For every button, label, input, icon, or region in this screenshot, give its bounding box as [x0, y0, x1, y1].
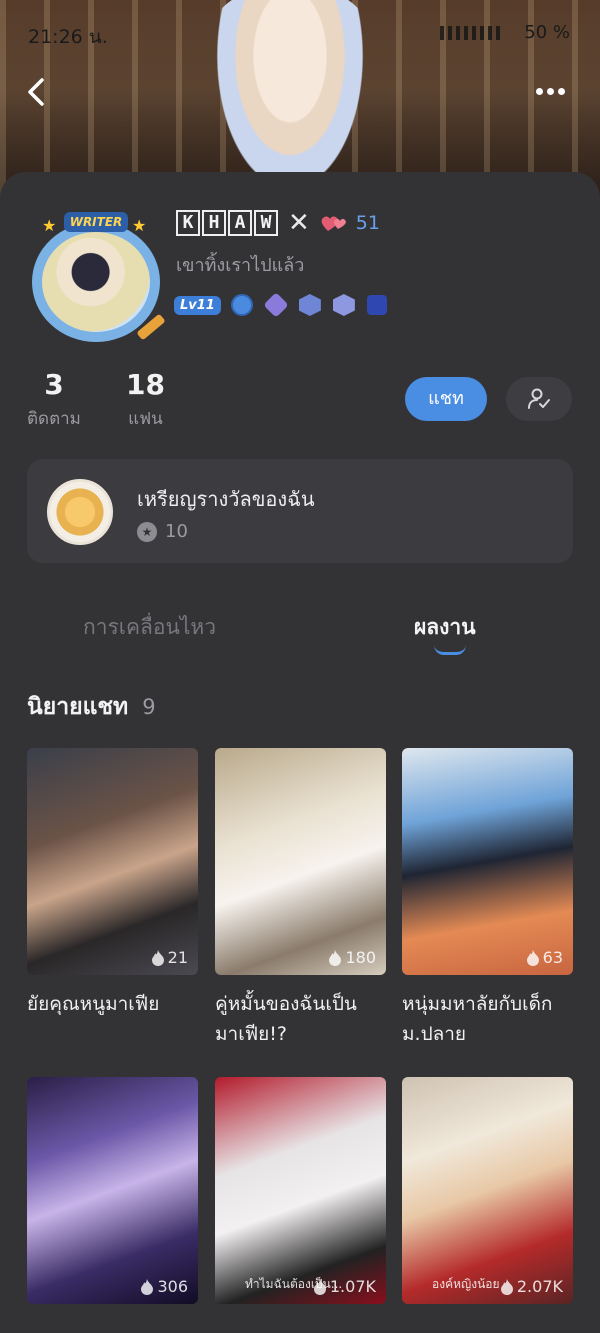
name-suffix: ✕	[288, 208, 310, 238]
fire-icon	[313, 1278, 326, 1295]
novel-cover: องค์หญิงน้อย 2.07K	[402, 1077, 573, 1304]
novel-title: ยัยคุณหนูมาเฟีย	[27, 993, 160, 1015]
fire-icon	[151, 949, 164, 966]
novel-card[interactable]: องค์หญิงน้อย 2.07K	[402, 1077, 573, 1304]
medal-icon	[47, 479, 113, 545]
star-icon: ★	[42, 216, 57, 235]
view-count-value: 1.07K	[329, 1277, 376, 1296]
view-count: 306	[141, 1277, 188, 1296]
badge-row[interactable]: Lv11	[174, 292, 399, 318]
dot-icon	[558, 88, 565, 95]
section-title: นิยายแชท	[27, 694, 129, 720]
chevron-left-icon	[28, 78, 44, 106]
flame-badge-icon	[230, 294, 253, 316]
novel-title: หนุ่มมหาลัยกับเด็กม.ปลาย	[402, 993, 553, 1045]
medals-title: เหรียญรางวัลของฉัน	[137, 487, 315, 511]
diamond-badge-icon	[263, 292, 289, 318]
following-stat[interactable]: 3 ติดตาม	[27, 368, 81, 432]
view-count-value: 63	[542, 948, 563, 967]
crown-badge-icon	[332, 294, 355, 316]
name-letter: W	[254, 210, 278, 236]
hexagon-badge-icon	[298, 294, 321, 316]
user-check-icon	[528, 388, 550, 409]
novel-card[interactable]: 21 ยัยคุณหนูมาเฟีย	[27, 748, 198, 1019]
view-count: 63	[526, 948, 563, 967]
view-count: 180	[329, 948, 376, 967]
fans-label: แฟน	[128, 409, 163, 429]
view-count-value: 180	[345, 948, 376, 967]
chat-button[interactable]: แชท	[405, 377, 487, 421]
fire-icon	[526, 949, 539, 966]
name-letter: K	[176, 210, 200, 236]
dot-icon	[536, 88, 543, 95]
novel-cover: 306	[27, 1077, 198, 1304]
novel-cover: 180	[215, 748, 386, 975]
fans-count: 18	[126, 368, 165, 401]
name-letter: H	[202, 210, 226, 236]
novel-card[interactable]: ทำไมฉันต้องเป็น... 1.07K	[215, 1077, 386, 1304]
view-count: 21	[151, 948, 188, 967]
profile-tabs: การเคลื่อนไหว ผลงาน	[0, 605, 600, 665]
writer-badge: WRITER	[64, 212, 128, 232]
medals-panel[interactable]: เหรียญรางวัลของฉัน ★ 10	[27, 459, 573, 563]
signal-icon	[440, 26, 500, 40]
dot-icon	[547, 88, 554, 95]
star-icon: ★	[137, 521, 157, 542]
name-letter: A	[228, 210, 252, 236]
avatar[interactable]: WRITER ★ ★	[28, 212, 166, 342]
fire-icon	[500, 1278, 513, 1295]
more-options-button[interactable]	[534, 78, 578, 106]
section-header: นิยายแชท 9	[27, 689, 156, 725]
novel-card[interactable]: 180 คู่หมั้นของฉันเป็นมาเฟีย!?	[215, 748, 386, 1049]
fire-icon	[329, 949, 342, 966]
novel-card[interactable]: 63 หนุ่มมหาลัยกับเด็กม.ปลาย	[402, 748, 573, 1049]
view-count: 1.07K	[313, 1277, 376, 1296]
tab-works[interactable]: ผลงาน	[414, 611, 476, 644]
novel-cover: 63	[402, 748, 573, 975]
avatar-image	[42, 232, 150, 332]
hearts-icon	[321, 216, 346, 231]
medals-count-row: ★ 10	[137, 521, 188, 542]
fire-icon	[141, 1278, 154, 1295]
cover-title-text: องค์หญิงน้อย	[432, 1277, 500, 1291]
view-count-value: 21	[167, 948, 188, 967]
status-time: 21:26 น.	[28, 26, 108, 48]
novel-title: คู่หมั้นของฉันเป็นมาเฟีย!?	[215, 993, 357, 1045]
novel-card[interactable]: 306	[27, 1077, 198, 1304]
section-count: 9	[142, 695, 156, 719]
status-bar: 21:26 น. 50 %	[0, 18, 600, 48]
following-count: 3	[44, 368, 64, 401]
medals-count: 10	[165, 521, 188, 542]
tab-activity[interactable]: การเคลื่อนไหว	[83, 611, 216, 644]
profile-banner: 21:26 น. 50 %	[0, 0, 600, 200]
likes-count: 51	[355, 212, 380, 234]
profile-name: K H A W ✕ 51	[176, 208, 380, 238]
profile-bio: เขาทิ้งเราไปแล้ว	[176, 255, 305, 276]
star-icon: ★	[132, 216, 147, 235]
view-count: 2.07K	[500, 1277, 563, 1296]
novel-cover: 21	[27, 748, 198, 975]
novel-cover: ทำไมฉันต้องเป็น... 1.07K	[215, 1077, 386, 1304]
view-count-value: 2.07K	[516, 1277, 563, 1296]
view-count-value: 306	[157, 1277, 188, 1296]
back-button[interactable]	[18, 72, 58, 112]
battery-level: 50 %	[524, 22, 570, 43]
active-tab-indicator	[434, 645, 466, 655]
follow-button[interactable]	[506, 377, 572, 421]
film-badge-icon	[366, 295, 387, 315]
fans-stat[interactable]: 18 แฟน	[126, 368, 165, 432]
following-label: ติดตาม	[27, 409, 81, 429]
profile-card: WRITER ★ ★ K H A W ✕ 51 เขาทิ้งเราไปแล้ว…	[0, 172, 600, 1333]
level-badge: Lv11	[174, 295, 221, 315]
